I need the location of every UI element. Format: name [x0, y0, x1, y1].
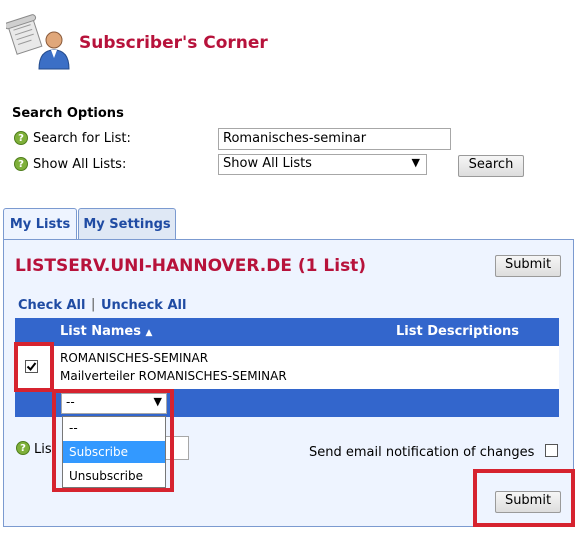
tab-my-lists[interactable]: My Lists — [3, 208, 77, 240]
list-description: Mailverteiler ROMANISCHES-SEMINAR — [60, 369, 287, 383]
subscriber-logo-icon — [4, 14, 72, 70]
list-names-label: List Names — [60, 324, 141, 339]
search-button[interactable]: Search — [458, 155, 524, 177]
check-all-link[interactable]: Check All — [18, 298, 85, 313]
search-input[interactable]: Romanisches-seminar — [218, 128, 451, 150]
highlight-submit — [473, 469, 575, 527]
tab-my-settings[interactable]: My Settings — [78, 208, 176, 240]
column-header-list-descriptions: List Descriptions — [396, 324, 520, 339]
search-for-list-label: Search for List: — [33, 131, 131, 146]
help-icon[interactable]: ? — [14, 157, 28, 171]
highlight-checkbox — [14, 342, 54, 392]
sort-asc-icon: ▲ — [145, 328, 153, 338]
server-title: LISTSERV.UNI-HANNOVER.DE (1 List) — [15, 256, 367, 276]
show-lists-value: Show All Lists — [223, 156, 312, 171]
help-icon[interactable]: ? — [16, 441, 30, 455]
show-lists-select[interactable]: Show All Lists ▼ — [218, 154, 427, 175]
show-all-lists-label: Show All Lists: — [33, 157, 127, 172]
link-separator: | — [91, 297, 96, 312]
highlight-dropdown — [52, 389, 174, 492]
list-name: ROMANISCHES-SEMINAR — [60, 351, 209, 365]
column-header-list-names[interactable]: List Names ▲ — [60, 324, 152, 339]
list-field-label: Lis — [34, 442, 52, 457]
help-icon[interactable]: ? — [14, 131, 28, 145]
chevron-down-icon: ▼ — [411, 156, 420, 169]
notify-label: Send email notification of changes — [309, 445, 535, 460]
search-options-heading: Search Options — [12, 106, 124, 121]
submit-top-button[interactable]: Submit — [495, 255, 561, 277]
uncheck-all-link[interactable]: Uncheck All — [101, 298, 186, 313]
page-title: Subscriber's Corner — [79, 33, 268, 53]
notify-checkbox[interactable] — [545, 444, 558, 457]
